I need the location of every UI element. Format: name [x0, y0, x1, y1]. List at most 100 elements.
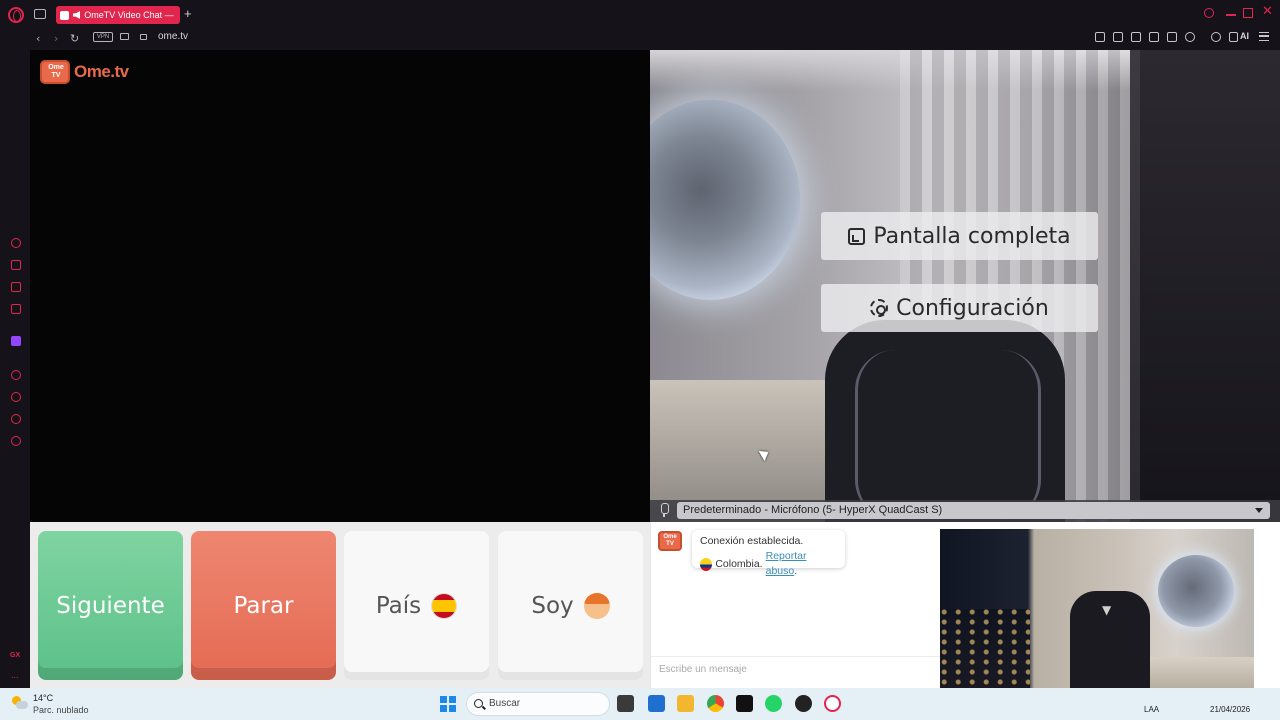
- taskbar-date[interactable]: 21/04/2026: [1210, 705, 1250, 714]
- gear-icon: [870, 299, 889, 317]
- gx-control-icon[interactable]: [11, 238, 21, 248]
- profile-icon[interactable]: [1211, 32, 1221, 42]
- player-sidebar-icon[interactable]: [11, 370, 21, 380]
- chat-controls: Siguiente Parar País Soy: [30, 522, 650, 688]
- tab-search-icon[interactable]: [1204, 8, 1214, 18]
- tab-title: OmeTV Video Chat —: [84, 10, 174, 20]
- settings-label: Configuración: [896, 295, 1049, 321]
- partner-country: Colombia.: [715, 557, 763, 570]
- gx-mods-icon[interactable]: [11, 304, 21, 314]
- settings-gear-icon[interactable]: [11, 436, 21, 446]
- remote-video: Ome TV Ome.tv: [30, 50, 650, 522]
- colombia-flag-icon: [700, 557, 713, 571]
- stop-label: Parar: [233, 592, 294, 619]
- gender-label: Soy: [531, 592, 574, 619]
- ai-label[interactable]: AI: [1240, 31, 1249, 41]
- camera-permission-icon[interactable]: [120, 33, 129, 40]
- weather-temperature: 14°C: [33, 693, 54, 703]
- close-window-button[interactable]: ✕: [1262, 5, 1274, 18]
- sidebar-more-icon[interactable]: ...: [11, 670, 19, 680]
- url-field[interactable]: ome.tv: [158, 31, 188, 42]
- report-suffix: .: [794, 565, 798, 577]
- task-view-icon[interactable]: [617, 695, 634, 712]
- history-icon[interactable]: [11, 392, 21, 402]
- connection-status: Conexión establecida.: [700, 535, 804, 547]
- local-video: Pantalla completa Configuración: [650, 50, 1280, 522]
- self-view-video: [940, 529, 1254, 688]
- report-abuse-link[interactable]: Reportar abuso: [766, 550, 807, 577]
- maximize-button[interactable]: [1243, 8, 1253, 18]
- gx-label[interactable]: GX: [10, 652, 20, 659]
- gx-corner-icon[interactable]: [11, 260, 21, 270]
- fullscreen-icon: [848, 227, 866, 245]
- windows-start-icon[interactable]: [440, 696, 456, 712]
- affinity-icon[interactable]: [736, 695, 753, 712]
- back-button[interactable]: ‹: [36, 31, 40, 47]
- country-label: País: [375, 592, 422, 619]
- messenger-icon[interactable]: [11, 282, 21, 292]
- ometv-logo[interactable]: Ome TV Ome.tv: [40, 56, 134, 84]
- next-label: Siguiente: [56, 592, 165, 619]
- chevron-down-icon: [1255, 508, 1263, 513]
- store-icon[interactable]: [648, 695, 665, 712]
- menu-icon[interactable]: [1259, 32, 1269, 41]
- player-icon[interactable]: [1167, 32, 1177, 42]
- tab-switcher-icon[interactable]: [34, 9, 46, 19]
- country-button[interactable]: País: [344, 531, 489, 680]
- opera-logo-icon[interactable]: [8, 7, 24, 23]
- forward-button[interactable]: ›: [54, 31, 58, 47]
- tab-audio-icon[interactable]: [72, 11, 81, 19]
- moon-lamp: [650, 100, 800, 300]
- selfview-sofa: [1150, 657, 1254, 688]
- aria-icon[interactable]: [1229, 32, 1238, 42]
- gaming-chair: [825, 320, 1065, 522]
- translate-icon[interactable]: [1149, 32, 1159, 42]
- fullscreen-button[interactable]: Pantalla completa: [821, 212, 1098, 260]
- tab-favicon-icon: [60, 10, 69, 20]
- microphone-bar: Predeterminado - Micrófono (5- HyperX Qu…: [650, 500, 1280, 522]
- address-bar: [0, 28, 1280, 50]
- chat-ometv-logo-icon: Ome TV: [658, 531, 682, 551]
- new-tab-button[interactable]: +: [184, 6, 192, 21]
- opera-gx-icon[interactable]: [824, 695, 841, 712]
- search-label: Buscar: [489, 698, 521, 709]
- city-view: [940, 609, 1030, 688]
- snapshot-icon[interactable]: [1113, 32, 1123, 42]
- ometv-page: Ome TV Ome.tv Pantalla completa Configur…: [30, 50, 1280, 688]
- selfview-chair: [1070, 591, 1150, 688]
- vpn-badge[interactable]: VPN: [93, 32, 113, 42]
- browser-tab-bar: OmeTV Video Chat — + ✕: [0, 0, 1280, 28]
- stop-button[interactable]: Parar: [191, 531, 336, 680]
- weather-icon[interactable]: [12, 696, 28, 710]
- twitch-icon[interactable]: [11, 336, 21, 346]
- browser-sidebar: [0, 50, 30, 688]
- microphone-select[interactable]: Predeterminado - Micrófono (5- HyperX Qu…: [677, 502, 1270, 519]
- fullscreen-label: Pantalla completa: [873, 223, 1071, 249]
- microphone-icon: [659, 503, 669, 517]
- weather-condition: Parc. nublado: [33, 705, 89, 715]
- heart-icon[interactable]: [1185, 32, 1195, 42]
- search-icon: [474, 699, 483, 708]
- spain-flag-icon: [431, 592, 458, 619]
- whatsapp-icon[interactable]: [765, 695, 782, 712]
- message-input[interactable]: Escribe un mensaje: [651, 656, 941, 688]
- language-indicator[interactable]: LAA: [1144, 705, 1159, 714]
- ometv-logo-icon: Ome TV: [40, 60, 70, 84]
- gender-button[interactable]: Soy: [498, 531, 643, 680]
- lock-icon[interactable]: [140, 34, 147, 40]
- boy-emoji-icon: [583, 592, 610, 619]
- window: [1130, 50, 1280, 522]
- minimize-button[interactable]: [1226, 14, 1236, 16]
- adblock-icon[interactable]: [1131, 32, 1141, 42]
- next-button[interactable]: Siguiente: [38, 531, 183, 680]
- active-tab[interactable]: OmeTV Video Chat —: [56, 6, 180, 24]
- reload-button[interactable]: ↻: [70, 31, 79, 47]
- windows-taskbar: Buscar: [0, 688, 1280, 720]
- file-explorer-icon[interactable]: [677, 695, 694, 712]
- taskbar-search[interactable]: Buscar: [466, 692, 610, 716]
- pin-icon[interactable]: [1095, 32, 1105, 42]
- app-icon[interactable]: [795, 695, 812, 712]
- chrome-icon[interactable]: [707, 695, 724, 712]
- settings-button[interactable]: Configuración: [821, 284, 1098, 332]
- extensions-icon[interactable]: [11, 414, 21, 424]
